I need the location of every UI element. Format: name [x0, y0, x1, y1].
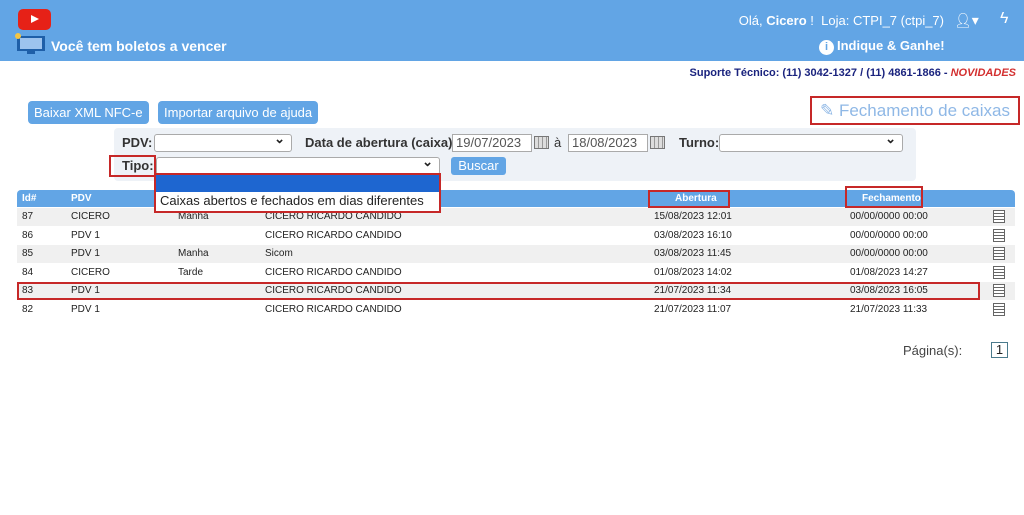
details-icon[interactable] [993, 302, 1005, 316]
table-cell: 87 [22, 211, 34, 222]
table-cell: 03/08/2023 16:10 [654, 229, 732, 241]
date-from-input[interactable]: 19/07/2023 [452, 134, 532, 152]
user-menu-icon[interactable]: 👤︎▾ [954, 12, 979, 29]
table-cell: CICERO RICARDO CANDIDO [265, 303, 402, 315]
pdv-label: PDV: [122, 135, 153, 150]
table-cell: 00/00/0000 00:00 [850, 248, 928, 259]
download-xml-button[interactable]: Baixar XML NFC-e [28, 101, 149, 124]
greeting-end: ! [810, 13, 814, 28]
highlight-row-box [17, 282, 980, 300]
pagination-label: Página(s): [903, 343, 963, 358]
closing-label: Fechamento de caixas [838, 101, 1010, 120]
date-to-input[interactable]: 18/08/2023 [568, 134, 648, 152]
import-help-button[interactable]: Importar arquivo de ajuda [158, 101, 319, 124]
date-label: Data de abertura (caixa): [305, 135, 457, 150]
news-link[interactable]: NOVIDADES [951, 67, 1016, 79]
greeting: Olá, Cicero ! Loja: CTPI_7 (ctpi_7) [739, 13, 944, 28]
calendar-icon[interactable] [534, 136, 549, 149]
date-separator: à [554, 135, 562, 150]
table-cell: 01/08/2023 14:27 [850, 266, 928, 278]
table-cell: 82 [22, 303, 34, 315]
table-cell: 03/08/2023 11:45 [654, 248, 732, 259]
pdv-select[interactable] [154, 131, 292, 152]
details-icon[interactable] [993, 247, 1005, 260]
computer-icon [15, 33, 45, 54]
table-row[interactable]: 82 PDV 1 CICERO RICARDO CANDIDO 21/07/2023 … [17, 300, 1015, 319]
edit-icon: ✎ [819, 101, 835, 120]
turno-select[interactable] [719, 131, 903, 152]
col-pdv: PDV [71, 193, 92, 204]
page-1-link[interactable]: 1 [991, 342, 1008, 358]
refer-label: Indique & Ganhe! [837, 38, 945, 53]
top-header: Você tem boletos a vencer Olá, Cicero ! … [0, 0, 1024, 61]
highlight-box [109, 155, 156, 177]
table-cell: PDV 1 [71, 248, 100, 259]
table-cell: CICERO RICARDO CANDIDO [265, 229, 402, 241]
table-cell: 15/08/2023 12:01 [654, 211, 732, 222]
table-cell: 86 [22, 229, 34, 241]
table-cell: 21/07/2023 11:33 [850, 303, 928, 315]
table-cell: CICERO [71, 211, 110, 222]
closing-title[interactable]: ✎ Fechamento de caixas [810, 96, 1020, 125]
table-cell: 85 [22, 248, 34, 259]
store-name: Loja: CTPI_7 (ctpi_7) [821, 13, 944, 28]
table-cell: Tarde [178, 266, 204, 278]
details-icon[interactable] [993, 265, 1005, 279]
turno-label: Turno: [679, 135, 720, 150]
user-name: Cicero [766, 13, 807, 28]
support-info: Suporte Técnico: (11) 3042-1327 / (11) 4… [690, 67, 1016, 79]
table-cell: 00/00/0000 00:00 [850, 229, 928, 241]
table-cell: 01/08/2023 14:02 [654, 266, 732, 278]
boletos-notice[interactable]: Você tem boletos a vencer [51, 38, 227, 54]
table-row[interactable]: 86 PDV 1 CICERO RICARDO CANDIDO 03/08/2023 … [17, 226, 1015, 245]
youtube-icon[interactable] [18, 9, 51, 30]
highlight-box [154, 173, 441, 213]
table-cell: Manha [178, 248, 209, 259]
refer-link[interactable]: i Indique & Ganhe! [819, 38, 945, 55]
table-cell: 84 [22, 266, 34, 278]
greeting-text: Olá, [738, 13, 763, 28]
table-cell: CICERO RICARDO CANDIDO [265, 266, 402, 278]
col-id: Id# [22, 193, 37, 204]
highlight-box [648, 190, 730, 208]
details-icon[interactable] [993, 284, 1005, 297]
table-cell: 00/00/0000 00:00 [850, 211, 928, 222]
table-cell: Sicom [265, 248, 293, 259]
bolt-icon[interactable]: ϟ [1000, 10, 1008, 28]
search-button[interactable]: Buscar [451, 157, 506, 175]
table-row[interactable]: 85 PDV 1 Manha Sicom 03/08/2023 11:45 00/00/0… [17, 245, 1015, 263]
table-cell: 21/07/2023 11:07 [654, 303, 732, 315]
calendar-icon[interactable] [650, 136, 665, 149]
table-cell: CICERO [71, 266, 110, 278]
highlight-box [845, 186, 923, 208]
table-cell: PDV 1 [71, 229, 100, 241]
table-cell: PDV 1 [71, 303, 100, 315]
details-icon[interactable] [993, 228, 1005, 242]
info-icon: i [819, 40, 834, 55]
support-text: Suporte Técnico: (11) 3042-1327 / (11) 4… [689, 67, 951, 79]
table-row[interactable]: 84 CICERO Tarde CICERO RICARDO CANDIDO 01/08… [17, 263, 1015, 282]
details-icon[interactable] [993, 210, 1005, 223]
